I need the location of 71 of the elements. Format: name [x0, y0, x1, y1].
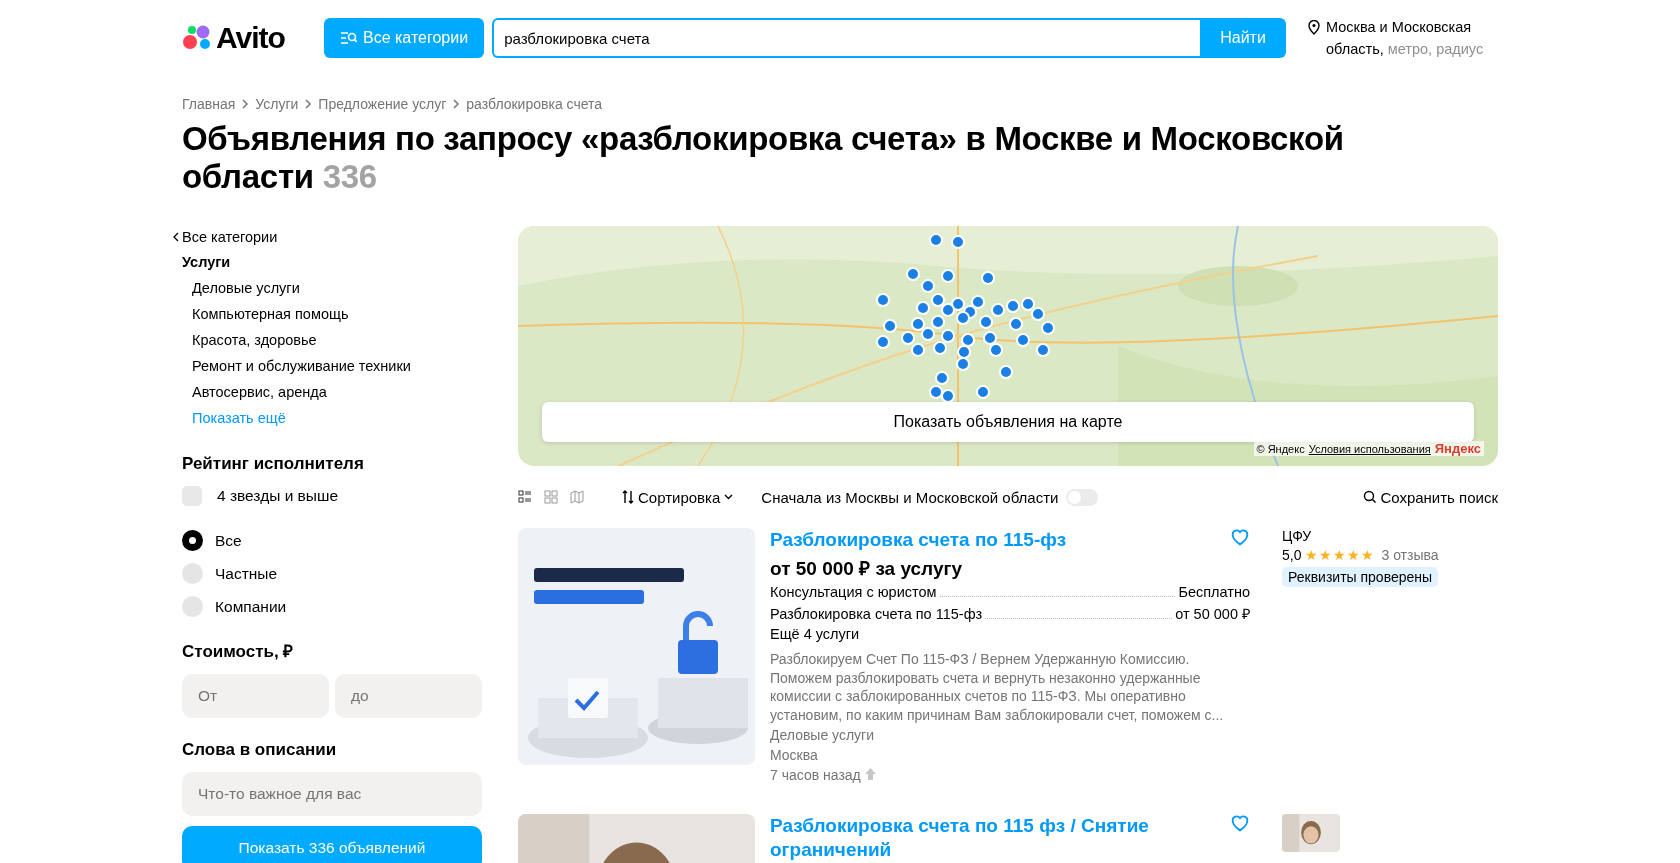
- category-heading: Услуги: [182, 254, 232, 272]
- listing-location: Москва: [770, 746, 819, 764]
- grid-view-icon: [544, 490, 558, 504]
- caret-icon: [724, 494, 734, 500]
- sort-icon: [622, 490, 634, 504]
- radio-label: Все: [215, 531, 242, 550]
- radio-label: Компании: [215, 597, 287, 616]
- map-provider-logo: Яндекс: [1434, 441, 1481, 456]
- breadcrumb-link[interactable]: Главная: [182, 96, 236, 112]
- star-icon: ★: [1333, 548, 1347, 562]
- avito-logo[interactable]: Avito: [182, 21, 308, 55]
- sort-button[interactable]: Сортировка: [622, 488, 734, 506]
- subcategory-link[interactable]: Деловые услуги: [192, 280, 482, 302]
- star-icon: ★: [1361, 548, 1375, 562]
- radio-button[interactable]: [182, 563, 203, 584]
- subcategory-link[interactable]: Красота, здоровье: [192, 332, 482, 354]
- service-price: от 50 000 ₽: [1175, 605, 1250, 623]
- star-icon: ★: [1305, 548, 1319, 562]
- chevron-right-icon: [241, 99, 250, 109]
- map-attribution: © Яндекс: [1256, 442, 1305, 455]
- checkbox-label: 4 звезды и выше: [217, 487, 339, 505]
- favorite-button[interactable]: [1230, 528, 1250, 546]
- radio-button[interactable]: [182, 596, 203, 617]
- breadcrumb-link[interactable]: разблокировка счета: [466, 96, 603, 112]
- radio-label: Частные: [215, 564, 278, 583]
- search-field[interactable]: разблокировка счета: [492, 18, 1200, 58]
- menu-search-icon: [340, 31, 357, 45]
- service-name: Разблокировка счета по 115-фз: [770, 606, 983, 622]
- seller-name[interactable]: ЦФУ: [1282, 528, 1439, 544]
- map-icon: [570, 490, 584, 504]
- section-heading: Стоимость, ₽: [182, 641, 295, 662]
- all-categories-link[interactable]: Все категории: [172, 226, 482, 248]
- chevron-left-icon: [172, 232, 180, 242]
- section-heading: Рейтинг исполнителя: [182, 454, 365, 474]
- dots-logo-icon: [182, 25, 212, 51]
- listing-description: Разблокируем Счет По 115-ФЗ / Вернем Удержанную Комиссию. Поможем разблокировать счета и вернуть незаконно удержанные комиссии с заблокированных счетов по 115-ФЗ. Мы оперативно установим, по каким причинам Вам заблокировали счет, поможем с...: [770, 650, 1225, 724]
- breadcrumb-link[interactable]: Услуги: [255, 96, 299, 112]
- star-icon: ★: [1319, 548, 1333, 562]
- listing-category: Деловые услуги: [770, 726, 876, 744]
- show-on-map-button[interactable]: Показать объявления на карте: [542, 402, 1474, 442]
- list-view-icon: [518, 490, 532, 504]
- subcategory-link[interactable]: Ремонт и обслуживание техники: [192, 358, 482, 380]
- price-to-field[interactable]: до: [335, 674, 482, 718]
- radio-button[interactable]: [182, 530, 203, 551]
- toggle-label: Сначала из Москвы и Московской области: [761, 488, 1059, 506]
- heart-icon: [1230, 814, 1250, 832]
- page-title: Объявления по запросу «разблокировка счета» в Москве и Московской области 336: [182, 120, 1345, 196]
- terms-link[interactable]: Условия использования: [1308, 442, 1431, 455]
- reviews-link[interactable]: 3 отзыва: [1381, 547, 1439, 563]
- seller-rating: 5,0: [1282, 547, 1302, 563]
- chevron-right-icon: [452, 99, 461, 109]
- heart-icon: [1230, 528, 1250, 546]
- location-pin-icon: [1308, 20, 1320, 35]
- service-price: Бесплатно: [1178, 584, 1250, 600]
- location-text[interactable]: Москва и Московская область, метро, радиус: [1326, 16, 1498, 60]
- description-words-field[interactable]: Что-то важное для вас: [182, 772, 482, 816]
- save-search-button[interactable]: Сохранить поиск: [1363, 488, 1498, 506]
- service-name: Консультация с юристом: [770, 584, 937, 600]
- arrow-up-icon: [864, 768, 876, 780]
- listing-time: 7 часов назад: [770, 766, 861, 784]
- star-icon: ★: [1347, 548, 1361, 562]
- subcategory-link[interactable]: Компьютерная помощь: [192, 306, 482, 328]
- breadcrumb-link[interactable]: Предложение услуг: [318, 96, 447, 112]
- verified-badge: Реквизиты проверены: [1282, 567, 1439, 587]
- more-services-link[interactable]: Ещё 4 услуги: [770, 626, 1250, 642]
- chevron-right-icon: [304, 99, 313, 109]
- section-heading: Слова в описании: [182, 740, 338, 760]
- favorite-button[interactable]: [1230, 814, 1250, 832]
- price-from-field[interactable]: От: [182, 674, 329, 718]
- listing-price: от 50 000 ₽ за услугу: [770, 557, 963, 581]
- subcategory-link[interactable]: Автосервис, аренда: [192, 384, 482, 406]
